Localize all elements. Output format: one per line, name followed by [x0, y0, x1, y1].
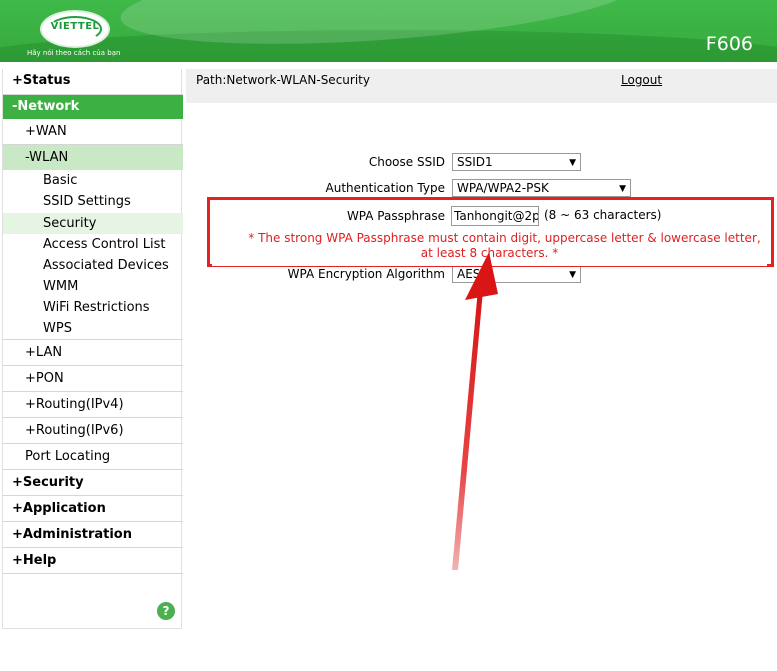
- expand-plus-icon: +: [12, 553, 23, 568]
- warning-line-2: at least 8 characters. *: [420, 246, 559, 260]
- sidebar-item-label: WAN: [35, 124, 67, 139]
- sidebar-item-ssid-settings[interactable]: SSID Settings: [3, 191, 183, 212]
- sidebar-item-wan[interactable]: +WAN: [3, 119, 183, 145]
- sidebar-item-label: LAN: [35, 345, 63, 360]
- sidebar-item-label: Help: [22, 553, 57, 568]
- select-value: WPA/WPA2-PSK: [457, 181, 549, 195]
- sidebar-item-network[interactable]: -Network: [3, 95, 183, 119]
- expand-plus-icon: +: [12, 501, 23, 516]
- expand-plus-icon: +: [25, 124, 36, 139]
- sidebar-item-associated-devices[interactable]: Associated Devices: [3, 255, 183, 276]
- dropdown-arrow-icon: ▼: [619, 184, 626, 194]
- sidebar-item-label: WLAN: [29, 150, 69, 165]
- sidebar-item-routing-ipv6[interactable]: +Routing(IPv6): [3, 418, 183, 444]
- sidebar-item-label: Application: [22, 501, 106, 516]
- authentication-type-label: Authentication Type: [325, 181, 445, 195]
- sidebar-item-wifi-restrictions[interactable]: WiFi Restrictions: [3, 297, 183, 318]
- logo-text: VIETTEL: [50, 21, 100, 32]
- expand-plus-icon: +: [12, 73, 23, 88]
- sidebar-item-label: Status: [22, 73, 71, 88]
- sidebar: +Status -Network +WAN -WLAN Basic SSID S…: [2, 69, 183, 629]
- dropdown-arrow-icon: ▼: [569, 158, 576, 168]
- expand-plus-icon: +: [25, 345, 36, 360]
- sidebar-item-lan[interactable]: +LAN: [3, 340, 183, 366]
- authentication-type-select[interactable]: WPA/WPA2-PSK ▼: [452, 179, 631, 197]
- sidebar-item-access-control-list[interactable]: Access Control List: [3, 234, 183, 255]
- help-icon[interactable]: ?: [157, 602, 175, 620]
- logout-link[interactable]: Logout: [621, 73, 662, 87]
- sidebar-item-label: PON: [35, 371, 64, 386]
- sidebar-item-label: Network: [17, 99, 80, 114]
- header-banner: VIETTEL Hãy nói theo cách của bạn F606: [0, 0, 777, 62]
- sidebar-item-pon[interactable]: +PON: [3, 366, 183, 392]
- dropdown-arrow-icon: ▼: [569, 270, 576, 280]
- device-model: F606: [705, 33, 753, 55]
- sidebar-item-security-active[interactable]: Security: [3, 213, 183, 234]
- warning-line-1: * The strong WPA Passphrase must contain…: [248, 231, 761, 245]
- expand-plus-icon: +: [25, 423, 36, 438]
- sidebar-item-label: Routing(IPv6): [35, 423, 124, 438]
- expand-plus-icon: +: [12, 527, 23, 542]
- wpa-encryption-select[interactable]: AES ▼: [452, 265, 581, 283]
- arrow-shaft: [452, 289, 483, 570]
- expand-plus-icon: +: [25, 371, 36, 386]
- select-value: SSID1: [457, 155, 493, 169]
- sidebar-item-label: Administration: [22, 527, 132, 542]
- sidebar-item-administration[interactable]: +Administration: [3, 522, 183, 548]
- sidebar-item-status[interactable]: +Status: [3, 69, 183, 95]
- sidebar-item-security[interactable]: +Security: [3, 470, 183, 496]
- expand-plus-icon: +: [12, 475, 23, 490]
- sidebar-item-routing-ipv4[interactable]: +Routing(IPv4): [3, 392, 183, 418]
- choose-ssid-label: Choose SSID: [368, 155, 445, 169]
- sidebar-item-port-locating[interactable]: Port Locating: [3, 444, 183, 470]
- sidebar-item-label: Routing(IPv4): [35, 397, 124, 412]
- sidebar-item-wps[interactable]: WPS: [3, 318, 183, 340]
- path-bar: Path:Network-WLAN-Security Logout: [186, 69, 777, 103]
- breadcrumb: Path:Network-WLAN-Security: [196, 73, 370, 87]
- sidebar-item-label: Security: [22, 475, 84, 490]
- expand-plus-icon: +: [25, 397, 36, 412]
- select-value: AES: [457, 267, 481, 281]
- sidebar-item-wlan[interactable]: -WLAN: [3, 145, 183, 170]
- sidebar-item-application[interactable]: +Application: [3, 496, 183, 522]
- sidebar-item-basic[interactable]: Basic: [3, 170, 183, 191]
- viettel-logo: VIETTEL: [40, 10, 110, 48]
- sidebar-item-help[interactable]: +Help: [3, 548, 183, 574]
- sidebar-item-wmm[interactable]: WMM: [3, 276, 183, 297]
- choose-ssid-select[interactable]: SSID1 ▼: [452, 153, 581, 171]
- slogan: Hãy nói theo cách của bạn: [27, 49, 121, 57]
- wpa-encryption-label: WPA Encryption Algorithm: [287, 267, 445, 281]
